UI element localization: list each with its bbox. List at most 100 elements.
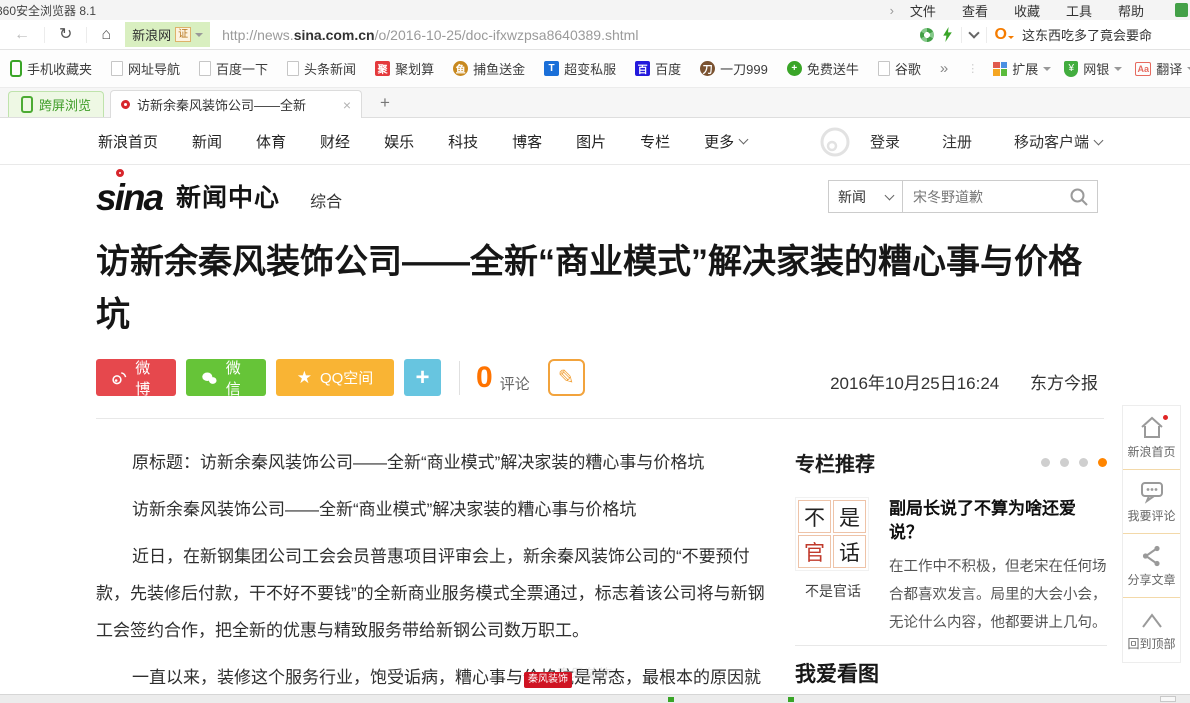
bookmark-free-gift[interactable]: +免费送牛 [787,59,859,78]
weibo-icon [111,370,127,386]
bookmark-google[interactable]: 谷歌 [878,59,921,78]
search-category-select[interactable]: 新闻 [829,181,903,212]
search-icon[interactable] [1069,187,1089,207]
nav-more[interactable]: 更多 [704,131,747,152]
comment-count: 0 [476,361,493,395]
nav-sports[interactable]: 体育 [256,131,286,152]
page-icon [111,61,123,76]
login-link[interactable]: 登录 [870,131,900,152]
news-search-widget: 新闻 [828,180,1098,213]
nav-news[interactable]: 新闻 [192,131,222,152]
dot[interactable] [1060,458,1069,467]
sina-eye-icon [116,169,124,177]
url-dropdown-icon[interactable] [968,27,979,38]
share-more-button[interactable]: + [404,359,441,396]
bookmarks-bar: 手机收藏夹 网址导航 百度一下 头条新闻 聚聚划算 鱼捕鱼送金 T超变私服 百百… [0,50,1190,88]
bookmarks-overflow-icon[interactable]: » [940,60,948,77]
bookmark-label: 头条新闻 [304,59,356,78]
back-icon[interactable]: ← [8,27,36,43]
divider [986,27,987,43]
nav-entertainment[interactable]: 娱乐 [384,131,414,152]
right-sidebar: 专栏推荐 不 是 官 话 不是官话 副局长说了不算为啥还爱说？ 在工作中不 [795,448,1107,703]
bookmark-label: 超变私服 [564,59,616,78]
bookmark-fishing-game[interactable]: 鱼捕鱼送金 [453,59,525,78]
owl-icon: 刀 [700,61,715,76]
float-label: 新浪首页 [1127,443,1175,460]
dot[interactable] [1079,458,1088,467]
fish-icon: 鱼 [453,61,468,76]
mobile-client-menu[interactable]: 移动客户端 [1014,131,1102,152]
nav-photos[interactable]: 图片 [576,131,606,152]
corner-plugin-icon[interactable] [1175,3,1188,17]
no-trace-mode-icon[interactable] [920,28,934,42]
tab-close-icon[interactable]: × [343,97,351,113]
menu-collapse-icon[interactable]: › [890,3,894,18]
dot-active[interactable] [1098,458,1107,467]
share-article-button[interactable]: 分享文章 [1123,534,1180,598]
page-icon [878,61,890,76]
bookmark-nav-site[interactable]: 网址导航 [111,59,180,78]
bookmark-baidu[interactable]: 百百度 [635,59,681,78]
phone-icon [10,60,22,77]
extensions-button[interactable]: 扩展 [993,59,1051,78]
nav-columns[interactable]: 专栏 [640,131,670,152]
dot[interactable] [1041,458,1050,467]
site-identity-badge[interactable]: 新浪网 证 [125,22,210,47]
bookmark-private-server[interactable]: T超变私服 [544,59,616,78]
new-tab-button[interactable]: + [368,93,402,117]
menu-help[interactable]: 帮助 [1118,1,1144,20]
bookmark-toutiao-news[interactable]: 头条新闻 [287,59,356,78]
sina-home-button[interactable]: 新浪首页 [1123,406,1180,470]
bookmark-yidao999[interactable]: 刀一刀999 [700,59,768,78]
menu-file[interactable]: 文件 [910,1,936,20]
url-field[interactable]: http://news.sina.com.cn/o/2016-10-25/doc… [222,27,911,43]
speed-bolt-icon[interactable] [942,27,953,42]
nav-finance[interactable]: 财经 [320,131,350,152]
nav-tech[interactable]: 科技 [448,131,478,152]
source-name[interactable]: 东方今报 [1030,374,1098,393]
recommend-item-title[interactable]: 副局长说了不算为啥还爱说？ [889,497,1107,545]
home-icon[interactable]: ⌂ [95,27,117,43]
address-search-input[interactable] [1022,27,1182,42]
recommend-thumb[interactable]: 不 是 官 话 不是官话 [795,497,871,637]
share-weibo-button[interactable]: 微博 [96,359,176,396]
sina-nav-bar: 新浪首页 新闻 体育 财经 娱乐 科技 博客 图片 专栏 更多 登录 注册 移动… [0,118,1190,165]
register-link[interactable]: 注册 [942,131,972,152]
chevron-down-icon [1043,67,1051,75]
carousel-dots[interactable] [1041,458,1107,467]
share-bar: 微博 微信 ★ QQ空间 + 0 评论 ✎ [96,359,585,396]
active-tab[interactable]: 访新余秦风装饰公司——全新 × [110,90,362,118]
bookmark-juhuasuan[interactable]: 聚聚划算 [375,59,434,78]
menu-view[interactable]: 查看 [962,1,988,20]
netbank-button[interactable]: ¥网银 [1064,59,1122,78]
scrollbar-corner[interactable] [1160,696,1176,702]
divider [961,27,962,43]
comment-button[interactable]: 我要评论 [1123,470,1180,534]
drag-handle-icon: ⋮ [967,62,980,75]
divider [96,418,1104,419]
translate-icon: Aa [1135,62,1151,76]
image-watermark: 秦风装饰 [524,672,572,688]
translate-button[interactable]: Aa翻译 [1135,59,1190,78]
bookmark-label: 手机收藏夹 [27,59,92,78]
bookmark-baidu-search[interactable]: 百度一下 [199,59,268,78]
recommend-item-text: 在工作中不积极，但老宋在任何场合都喜欢发言。局里的大会小会，无论什么内容，他都要… [889,553,1107,637]
refresh-icon[interactable]: ↻ [53,27,78,43]
nav-blog[interactable]: 博客 [512,131,542,152]
cross-screen-button[interactable]: 跨屏浏览 [8,91,104,117]
search-engine-icon[interactable]: O [995,26,1014,44]
float-label: 回到顶部 [1127,635,1175,652]
menu-tools[interactable]: 工具 [1066,1,1092,20]
menu-favorites[interactable]: 收藏 [1014,1,1040,20]
share-wechat-button[interactable]: 微信 [186,359,266,396]
news-center-title: 新闻中心 [176,178,280,214]
nav-sina-home[interactable]: 新浪首页 [98,131,158,152]
news-search-input[interactable] [903,189,1069,205]
share-qzone-button[interactable]: ★ QQ空间 [276,359,394,396]
bookmark-mobile-favorites[interactable]: 手机收藏夹 [10,59,92,78]
mobile-client-label: 移动客户端 [1014,131,1089,152]
write-comment-button[interactable]: ✎ [548,359,585,396]
comment-label[interactable]: 评论 [500,373,530,394]
back-to-top-button[interactable]: 回到顶部 [1123,598,1180,662]
weibo-eye-icon [820,127,850,157]
